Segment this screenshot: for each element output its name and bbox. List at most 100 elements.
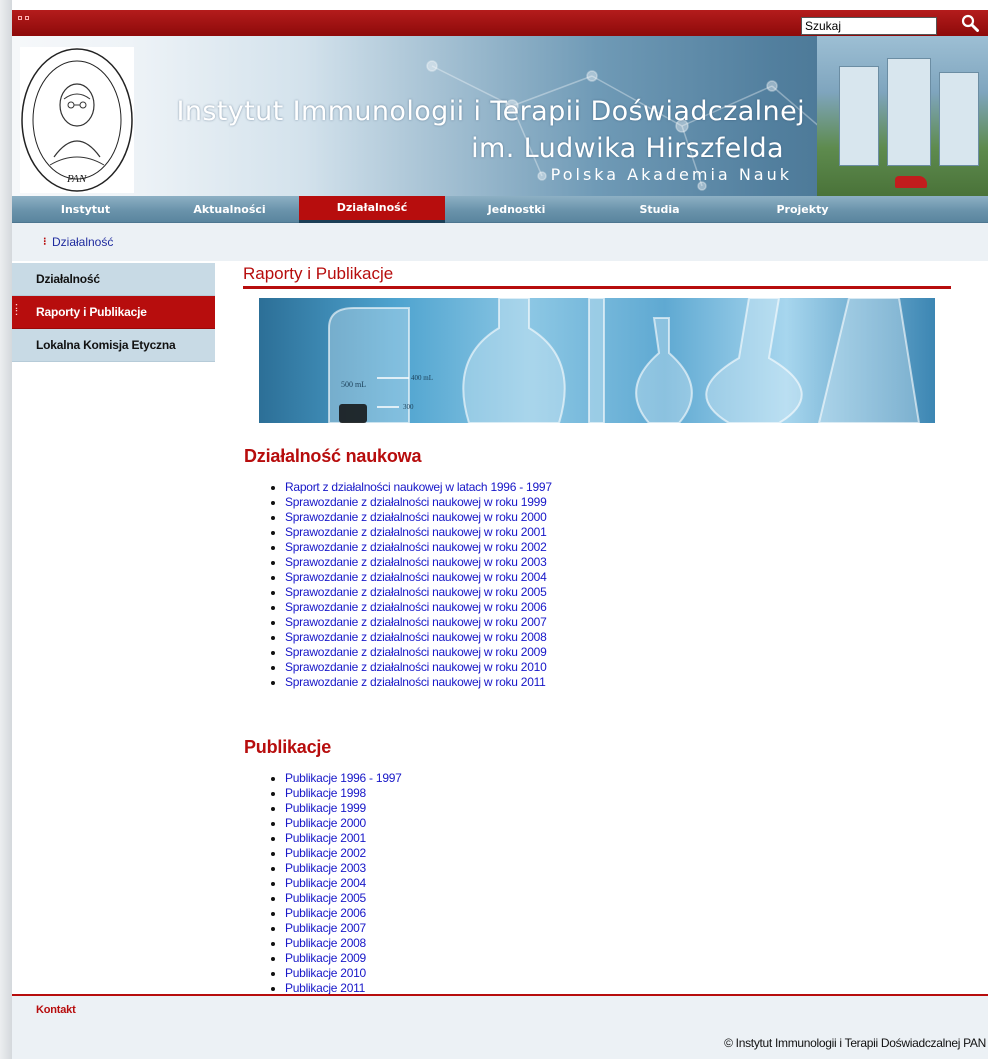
document-link[interactable]: Publikacje 2007 [285, 921, 366, 935]
list-item: Sprawozdanie z działalności naukowej w r… [285, 495, 552, 510]
magnifier-icon [961, 14, 979, 32]
document-link[interactable]: Sprawozdanie z działalności naukowej w r… [285, 555, 547, 569]
document-link[interactable]: Publikacje 1996 - 1997 [285, 771, 402, 785]
list-item: Raport z działalności naukowej w latach … [285, 480, 552, 495]
document-link[interactable]: Publikacje 2009 [285, 951, 366, 965]
list-item: Sprawozdanie z działalności naukowej w r… [285, 630, 552, 645]
list-item: Sprawozdanie z działalności naukowej w r… [285, 645, 552, 660]
main-navigation: Instytut Aktualności Działalność Jednost… [12, 196, 988, 223]
top-bar [12, 10, 988, 36]
report-links-list: Raport z działalności naukowej w latach … [285, 480, 552, 690]
dots-bullet-icon: ⁝ [43, 236, 47, 248]
document-link[interactable]: Publikacje 2002 [285, 846, 366, 860]
list-item: Publikacje 2001 [285, 831, 402, 846]
document-link[interactable]: Publikacje 2004 [285, 876, 366, 890]
document-link[interactable]: Publikacje 2001 [285, 831, 366, 845]
sidebar-item-dzialalnosc[interactable]: Działalność [12, 263, 215, 296]
nav-item-dzialalnosc[interactable]: Działalność [299, 196, 445, 223]
banner-label-300: 300 [403, 403, 414, 411]
nav-item-jednostki[interactable]: Jednostki [445, 196, 588, 223]
list-item: Publikacje 1999 [285, 801, 402, 816]
car [895, 176, 927, 188]
list-item: Sprawozdanie z działalności naukowej w r… [285, 660, 552, 675]
list-item: Publikacje 2008 [285, 936, 402, 951]
document-link[interactable]: Sprawozdanie z działalności naukowej w r… [285, 600, 547, 614]
document-link[interactable]: Sprawozdanie z działalności naukowej w r… [285, 615, 547, 629]
document-link[interactable]: Sprawozdanie z działalności naukowej w r… [285, 630, 547, 644]
sidebar-item-label: Raporty i Publikacje [36, 305, 147, 319]
institute-patron: im. Ludwika Hirszfelda [471, 133, 784, 164]
list-item: Publikacje 2005 [285, 891, 402, 906]
list-item: Sprawozdanie z działalności naukowej w r… [285, 585, 552, 600]
sidebar-menu: Działalność :: Raporty i Publikacje Loka… [12, 263, 215, 362]
document-link[interactable]: Publikacje 2008 [285, 936, 366, 950]
document-link[interactable]: Publikacje 2011 [285, 981, 365, 995]
sidebar-item-label: Działalność [36, 272, 100, 286]
sidebar-item-label: Lokalna Komisja Etyczna [36, 338, 176, 352]
list-item: Publikacje 2003 [285, 861, 402, 876]
list-item: Sprawozdanie z działalności naukowej w r… [285, 570, 552, 585]
document-link[interactable]: Sprawozdanie z działalności naukowej w r… [285, 585, 547, 599]
list-item: Sprawozdanie z działalności naukowej w r… [285, 540, 552, 555]
site-footer: Kontakt © Instytut Immunologii i Terapii… [12, 994, 988, 1059]
document-link[interactable]: Sprawozdanie z działalności naukowej w r… [285, 675, 546, 689]
nav-item-projekty[interactable]: Projekty [731, 196, 874, 223]
logo-pan-text: PAN [67, 173, 87, 185]
window-control-icon [25, 16, 29, 20]
document-link[interactable]: Raport z działalności naukowej w latach … [285, 480, 552, 494]
nav-item-instytut[interactable]: Instytut [12, 196, 159, 223]
academy-name: Polska Akademia Nauk [550, 165, 792, 184]
publication-links-list: Publikacje 1996 - 1997Publikacje 1998Pub… [285, 771, 402, 996]
contact-link[interactable]: Kontakt [36, 1004, 76, 1016]
list-item: Publikacje 2007 [285, 921, 402, 936]
list-item: Publikacje 2009 [285, 951, 402, 966]
document-link[interactable]: Sprawozdanie z działalności naukowej w r… [285, 540, 547, 554]
list-item: Publikacje 2000 [285, 816, 402, 831]
document-link[interactable]: Sprawozdanie z działalności naukowej w r… [285, 525, 547, 539]
document-link[interactable]: Publikacje 2005 [285, 891, 366, 905]
sidebar-item-lokalna-komisja-etyczna[interactable]: Lokalna Komisja Etyczna [12, 329, 215, 362]
list-item: Sprawozdanie z działalności naukowej w r… [285, 675, 552, 690]
document-link[interactable]: Publikacje 2006 [285, 906, 366, 920]
dots-bullet-icon: :: [15, 301, 18, 317]
nav-item-studia[interactable]: Studia [588, 196, 731, 223]
document-link[interactable]: Publikacje 2000 [285, 816, 366, 830]
list-item: Sprawozdanie z działalności naukowej w r… [285, 555, 552, 570]
sidebar-item-raporty-i-publikacje[interactable]: :: Raporty i Publikacje [12, 296, 215, 329]
site-header: PAN Instytut Immunologii i Terapii Doświ… [12, 10, 988, 196]
banner-label-500ml: 500 mL [341, 380, 367, 389]
document-link[interactable]: Publikacje 1998 [285, 786, 366, 800]
document-link[interactable]: Publikacje 2010 [285, 966, 366, 980]
list-item: Publikacje 2006 [285, 906, 402, 921]
list-item: Publikacje 2010 [285, 966, 402, 981]
page-wrapper: PAN Instytut Immunologii i Terapii Doświ… [12, 10, 988, 1059]
list-item: Publikacje 2004 [285, 876, 402, 891]
list-item: Publikacje 1998 [285, 786, 402, 801]
document-link[interactable]: Sprawozdanie z działalności naukowej w r… [285, 495, 547, 509]
institute-logo: PAN [20, 47, 134, 193]
list-item: Publikacje 2002 [285, 846, 402, 861]
search-button[interactable] [958, 12, 982, 34]
document-link[interactable]: Sprawozdanie z działalności naukowej w r… [285, 645, 547, 659]
section-heading-publikacje: Publikacje [244, 737, 332, 757]
page-title: Raporty i Publikacje [243, 263, 951, 289]
page-left-border [0, 0, 12, 1059]
list-item: Sprawozdanie z działalności naukowej w r… [285, 600, 552, 615]
nav-item-aktualnosci[interactable]: Aktualności [159, 196, 300, 223]
institute-building-photo [817, 36, 988, 196]
section-heading-dzialalnosc-naukowa: Działalność naukowa [244, 446, 422, 466]
banner-label-400ml: 400 mL [411, 374, 433, 382]
list-item: Publikacje 1996 - 1997 [285, 771, 402, 786]
document-link[interactable]: Publikacje 1999 [285, 801, 366, 815]
list-item: Sprawozdanie z działalności naukowej w r… [285, 525, 552, 540]
breadcrumb-item-dzialalnosc[interactable]: Działalność [52, 235, 113, 249]
document-link[interactable]: Publikacje 2003 [285, 861, 366, 875]
document-link[interactable]: Sprawozdanie z działalności naukowej w r… [285, 570, 547, 584]
list-item: Sprawozdanie z działalności naukowej w r… [285, 615, 552, 630]
institute-title: Instytut Immunologii i Terapii Doświadcz… [176, 96, 805, 127]
document-link[interactable]: Sprawozdanie z działalności naukowej w r… [285, 510, 547, 524]
document-link[interactable]: Sprawozdanie z działalności naukowej w r… [285, 660, 547, 674]
main-content: Raporty i Publikacje 500 mL 400 mL 300 D… [243, 263, 951, 995]
search-input[interactable] [801, 17, 937, 35]
breadcrumb: ⁝ Działalność [12, 223, 988, 261]
